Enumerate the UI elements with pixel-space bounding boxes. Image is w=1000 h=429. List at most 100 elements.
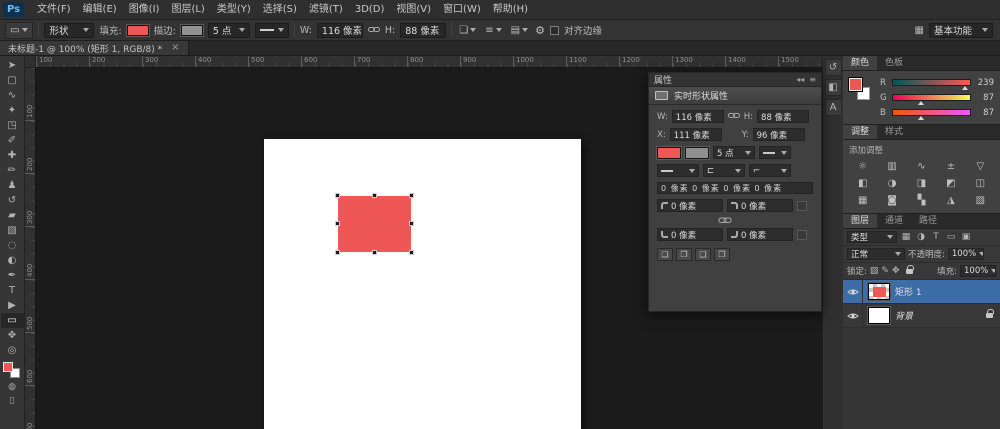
props-action-button-4[interactable]: ❒ <box>714 248 730 261</box>
path-operations-dropdown[interactable]: ❏ <box>457 24 478 37</box>
radius-top-left-input[interactable]: 0 像素 <box>657 199 723 212</box>
brightness-contrast-icon[interactable]: ☼ <box>849 159 876 174</box>
layer-visibility-toggle[interactable] <box>843 280 863 303</box>
screen-mode-icon[interactable]: ▯ <box>1 394 24 408</box>
prop-stroke-style-select[interactable] <box>759 146 791 159</box>
menu-item[interactable]: 选择(S) <box>257 0 303 19</box>
healing-brush-tool[interactable]: ✚ <box>1 148 24 163</box>
tab-swatches[interactable]: 色板 <box>877 56 911 70</box>
quick-mask-mode-icon[interactable]: ◍ <box>1 380 24 394</box>
lock-transparency-icon[interactable]: ▨ <box>870 266 879 276</box>
fill-color-swatch[interactable] <box>127 25 149 36</box>
layer-name[interactable]: 矩形 1 <box>895 285 1000 298</box>
prop-width-input[interactable]: 116 像素 <box>672 110 724 123</box>
props-action-button-3[interactable]: ❑ <box>695 248 711 261</box>
filter-smart-objects-icon[interactable]: ▣ <box>960 232 972 242</box>
tab-layers[interactable]: 图层 <box>843 214 877 228</box>
lock-pixels-icon[interactable]: ✎ <box>881 266 889 276</box>
color-balance-icon[interactable]: ◑ <box>878 176 905 191</box>
blend-mode-select[interactable]: 正常 <box>847 248 905 260</box>
prop-height-input[interactable]: 88 像素 <box>757 110 809 123</box>
exposure-icon[interactable]: ± <box>937 159 964 174</box>
prop-stroke-color-swatch[interactable] <box>685 147 709 159</box>
tool-mode-select[interactable]: 形状 <box>44 23 94 38</box>
slider-marker[interactable] <box>918 101 924 105</box>
stroke-style-select[interactable] <box>255 23 289 38</box>
vibrance-icon[interactable]: ▽ <box>967 159 994 174</box>
foreground-background-colors[interactable] <box>3 362 22 380</box>
collapse-panel-icon[interactable]: ◂◂ <box>796 75 804 84</box>
workspace-switcher-button[interactable]: 基本功能 <box>929 23 993 38</box>
move-tool[interactable]: ➤ <box>1 58 24 73</box>
pen-tool[interactable]: ✒ <box>1 268 24 283</box>
layer-name[interactable]: 背景 <box>895 309 982 322</box>
color-lookup-icon[interactable]: ▦ <box>849 193 876 208</box>
layer-thumbnail[interactable] <box>868 307 890 324</box>
zoom-tool[interactable]: ◎ <box>1 343 24 358</box>
foreground-color-swatch[interactable] <box>3 362 13 372</box>
levels-icon[interactable]: ▥ <box>878 159 905 174</box>
radius-option-checkbox[interactable] <box>797 201 807 211</box>
link-dimensions-icon[interactable] <box>368 25 380 36</box>
filter-shape-layers-icon[interactable]: ▭ <box>945 232 957 242</box>
history-brush-tool[interactable]: ↺ <box>1 193 24 208</box>
shape-rectangle[interactable] <box>338 196 411 252</box>
shape-handle-top-left[interactable] <box>335 193 340 198</box>
layer-thumbnail[interactable] <box>868 283 890 300</box>
layers-empty-area[interactable] <box>843 328 1000 429</box>
brush-tool[interactable]: ✏ <box>1 163 24 178</box>
menu-item[interactable]: 视图(V) <box>390 0 437 19</box>
black-white-icon[interactable]: ◨ <box>908 176 935 191</box>
props-action-button-2[interactable]: ❐ <box>676 248 692 261</box>
props-action-button-1[interactable]: ❏ <box>657 248 673 261</box>
panel-menu-icon[interactable]: ≡ <box>809 75 816 84</box>
red-channel-value[interactable]: 239 <box>975 78 994 88</box>
slider-marker[interactable] <box>962 86 968 90</box>
layer-visibility-toggle[interactable] <box>843 304 863 327</box>
layer-row-rectangle-1[interactable]: 矩形 1 <box>843 280 1000 304</box>
tab-color[interactable]: 颜色 <box>843 56 877 70</box>
tool-preset-picker[interactable]: ▭ <box>5 22 33 39</box>
hue-saturation-icon[interactable]: ◧ <box>849 176 876 191</box>
curves-icon[interactable]: ∿ <box>908 159 935 174</box>
red-channel-slider[interactable] <box>892 79 971 86</box>
character-panel-icon[interactable]: A <box>825 99 842 116</box>
crop-tool[interactable]: ◳ <box>1 118 24 133</box>
layer-row-background[interactable]: 背景 <box>843 304 1000 328</box>
path-alignment-dropdown[interactable]: ≡ <box>483 24 503 37</box>
menu-item[interactable]: 图像(I) <box>123 0 166 19</box>
path-arrange-dropdown[interactable]: ▤ <box>509 24 530 37</box>
green-channel-value[interactable]: 87 <box>975 93 994 103</box>
eraser-tool[interactable]: ▰ <box>1 208 24 223</box>
opacity-select[interactable]: 100% <box>948 248 984 260</box>
document-tab[interactable]: 未标题-1 @ 100% (矩形 1, RGB/8) * × <box>0 41 189 55</box>
tab-styles[interactable]: 样式 <box>877 125 911 139</box>
info-panel-icon[interactable]: ◧ <box>825 79 842 96</box>
close-icon[interactable]: × <box>171 43 179 53</box>
dodge-tool[interactable]: ◐ <box>1 253 24 268</box>
gradient-map-icon[interactable]: ▧ <box>967 193 994 208</box>
menu-item[interactable]: 编辑(E) <box>77 0 123 19</box>
invert-icon[interactable]: ◙ <box>878 193 905 208</box>
tab-paths[interactable]: 路径 <box>911 214 945 228</box>
photo-filter-icon[interactable]: ◩ <box>937 176 964 191</box>
threshold-icon[interactable]: ◮ <box>937 193 964 208</box>
link-dimensions-icon[interactable] <box>728 112 740 122</box>
menu-item[interactable]: 3D(D) <box>349 0 391 19</box>
prop-stroke-width-select[interactable]: 5 点 <box>713 146 755 159</box>
tab-channels[interactable]: 通道 <box>877 214 911 228</box>
lasso-tool[interactable]: ∿ <box>1 88 24 103</box>
type-tool[interactable]: T <box>1 283 24 298</box>
stroke-width-select[interactable]: 5 点 <box>208 23 250 38</box>
radius-option-checkbox[interactable] <box>797 230 807 240</box>
menu-item[interactable]: 帮助(H) <box>487 0 534 19</box>
foreground-color-swatch[interactable] <box>849 78 862 91</box>
menu-item[interactable]: 滤镜(T) <box>303 0 349 19</box>
filter-type-layers-icon[interactable]: T <box>930 232 942 242</box>
shape-handle-middle-left[interactable] <box>335 221 340 226</box>
blue-channel-value[interactable]: 87 <box>975 108 994 118</box>
prop-fill-color-swatch[interactable] <box>657 147 681 159</box>
shape-height-input[interactable]: 88 像素 <box>400 23 446 38</box>
menu-item[interactable]: 图层(L) <box>165 0 210 19</box>
gradient-tool[interactable]: ▧ <box>1 223 24 238</box>
